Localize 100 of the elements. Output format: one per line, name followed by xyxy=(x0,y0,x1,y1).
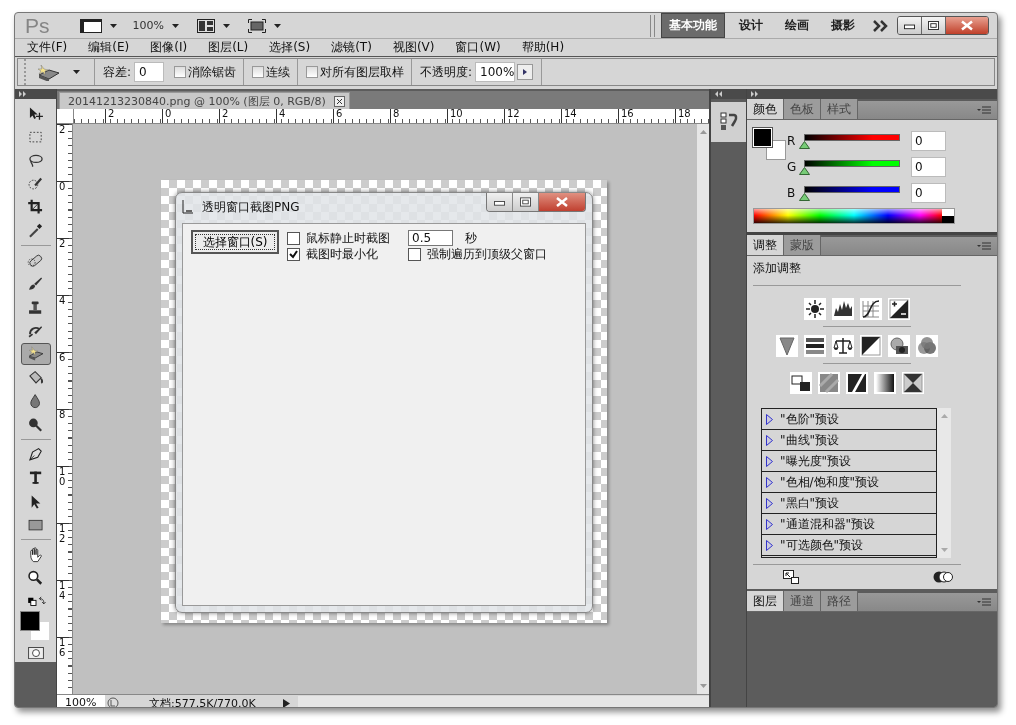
menu-item[interactable]: 窗口(W) xyxy=(455,39,501,56)
eraser-tool-icon[interactable] xyxy=(35,63,61,81)
expand-triangle-icon[interactable] xyxy=(766,476,773,488)
checkbox[interactable] xyxy=(252,66,265,78)
panel-tab[interactable]: 调整 xyxy=(747,235,784,255)
expand-icon[interactable] xyxy=(19,91,27,97)
select-window-button[interactable]: 选择窗口(S) xyxy=(191,230,279,254)
diagonal-split-icon[interactable] xyxy=(860,335,882,357)
workspace-button[interactable]: 设计 xyxy=(731,13,771,38)
zoom-level[interactable]: 100% xyxy=(132,19,164,32)
expand-triangle-icon[interactable] xyxy=(766,434,773,446)
caret-icon[interactable] xyxy=(222,23,230,28)
threshold-icon[interactable] xyxy=(846,372,868,394)
caret-icon[interactable] xyxy=(273,23,281,28)
panel-tab[interactable]: 颜色 xyxy=(747,99,784,119)
preset-item[interactable]: "曲线"预设 xyxy=(762,430,936,451)
caret-icon[interactable] xyxy=(171,23,179,28)
checkbox[interactable] xyxy=(306,66,319,78)
preset-item[interactable]: "可选颜色"预设 xyxy=(762,535,936,556)
expand-triangle-icon[interactable] xyxy=(766,413,773,425)
menu-item[interactable]: 选择(S) xyxy=(269,39,311,56)
collapse-icon[interactable] xyxy=(715,91,723,97)
channel-value-field[interactable]: 0 xyxy=(911,157,946,177)
opacity-field[interactable]: 100% xyxy=(475,62,516,82)
status-icon[interactable] xyxy=(107,697,119,707)
close-icon[interactable] xyxy=(539,193,585,211)
panel-tab[interactable]: 样式 xyxy=(821,99,858,119)
preset-item[interactable]: "色相/饱和度"预设 xyxy=(762,472,936,493)
expand-triangle-icon[interactable] xyxy=(766,518,773,530)
arrow-button-icon[interactable] xyxy=(517,64,534,80)
curve-grid-icon[interactable] xyxy=(860,298,882,320)
gradient-map-icon[interactable] xyxy=(874,372,896,394)
channel-value-field[interactable]: 0 xyxy=(911,183,946,203)
eraser-tool-icon[interactable] xyxy=(20,343,51,365)
play-icon[interactable] xyxy=(283,698,290,707)
preset-item[interactable]: "曝光度"预设 xyxy=(762,451,936,472)
minimize-icon[interactable] xyxy=(898,17,922,34)
menu-item[interactable]: 图层(L) xyxy=(208,39,249,56)
slider-thumb-icon[interactable] xyxy=(799,167,810,175)
preset-item[interactable]: "黑白"预设 xyxy=(762,493,936,514)
return-icon[interactable] xyxy=(783,570,799,584)
checkbox[interactable] xyxy=(174,66,187,78)
expand-icon[interactable] xyxy=(751,91,759,97)
histogram-icon[interactable] xyxy=(832,298,854,320)
slider-thumb-icon[interactable] xyxy=(799,141,810,149)
color-swatches[interactable] xyxy=(19,610,52,639)
panel-tab[interactable]: 通道 xyxy=(784,591,821,611)
menu-item[interactable]: 图像(I) xyxy=(150,39,188,56)
channel-value-field[interactable]: 0 xyxy=(911,131,946,151)
expand-triangle-icon[interactable] xyxy=(766,455,773,467)
preset-item[interactable]: "通道混和器"预设 xyxy=(762,514,936,535)
balance-scale-icon[interactable] xyxy=(832,335,854,357)
panel-tab[interactable]: 蒙版 xyxy=(784,235,821,255)
brightness-icon[interactable] xyxy=(804,298,826,320)
slider-thumb-icon[interactable] xyxy=(799,193,810,201)
tolerance-field[interactable]: 0 xyxy=(134,62,165,82)
photo-filter-icon[interactable] xyxy=(888,335,910,357)
color-swatches[interactable] xyxy=(753,128,789,162)
minimize-icon[interactable] xyxy=(487,193,513,211)
menu-item[interactable]: 滤镜(T) xyxy=(331,39,372,56)
vibrance-icon[interactable] xyxy=(776,335,798,357)
panel-tab[interactable]: 色板 xyxy=(784,99,821,119)
selective-color-icon[interactable] xyxy=(902,372,924,394)
panel-tab[interactable]: 路径 xyxy=(821,591,858,611)
interval-field[interactable]: 0.5 xyxy=(408,230,453,246)
checkbox[interactable] xyxy=(287,231,300,245)
horizontal-scrollbar[interactable] xyxy=(298,696,709,707)
menu-item[interactable]: 视图(V) xyxy=(392,39,435,56)
caret-icon[interactable] xyxy=(73,70,80,74)
channel-mixer-icon[interactable] xyxy=(916,335,938,357)
hue-bars-icon[interactable] xyxy=(804,335,826,357)
menu-item[interactable]: 编辑(E) xyxy=(88,39,130,56)
workspace-button[interactable]: 基本功能 xyxy=(661,13,725,38)
menu-item[interactable]: 帮助(H) xyxy=(521,39,565,56)
zoom-field[interactable]: 100% xyxy=(57,695,105,707)
expand-triangle-icon[interactable] xyxy=(766,539,773,551)
color-spectrum[interactable] xyxy=(753,208,955,224)
document-tab[interactable]: 20141213230840.png @ 100% (图层 0, RGB/8) xyxy=(59,92,350,109)
workspace-button[interactable]: 摄影 xyxy=(823,13,863,38)
checkbox[interactable] xyxy=(287,247,300,261)
history-icon[interactable] xyxy=(719,112,738,132)
menu-item[interactable]: 文件(F) xyxy=(27,39,68,56)
expand-triangle-icon[interactable] xyxy=(766,497,773,509)
double-chevron-icon[interactable] xyxy=(873,19,889,32)
posterize-icon[interactable] xyxy=(818,372,840,394)
maximize-icon[interactable] xyxy=(922,17,946,34)
invert-icon[interactable] xyxy=(790,372,812,394)
workspace-button[interactable]: 绘画 xyxy=(777,13,817,38)
close-icon[interactable] xyxy=(333,95,345,107)
quick-mask-icon[interactable] xyxy=(26,646,45,659)
checkbox[interactable] xyxy=(408,247,421,261)
panel-tab[interactable]: 图层 xyxy=(747,591,784,611)
preset-item[interactable]: "色阶"预设 xyxy=(762,409,936,430)
close-icon[interactable] xyxy=(946,17,988,34)
visibility-circles-icon[interactable] xyxy=(933,570,953,584)
layout-icon[interactable] xyxy=(196,18,215,33)
screen-mode-icon[interactable] xyxy=(247,18,266,33)
maximize-icon[interactable] xyxy=(513,193,539,211)
caret-icon[interactable] xyxy=(109,23,117,28)
exposure-icon[interactable] xyxy=(888,298,910,320)
